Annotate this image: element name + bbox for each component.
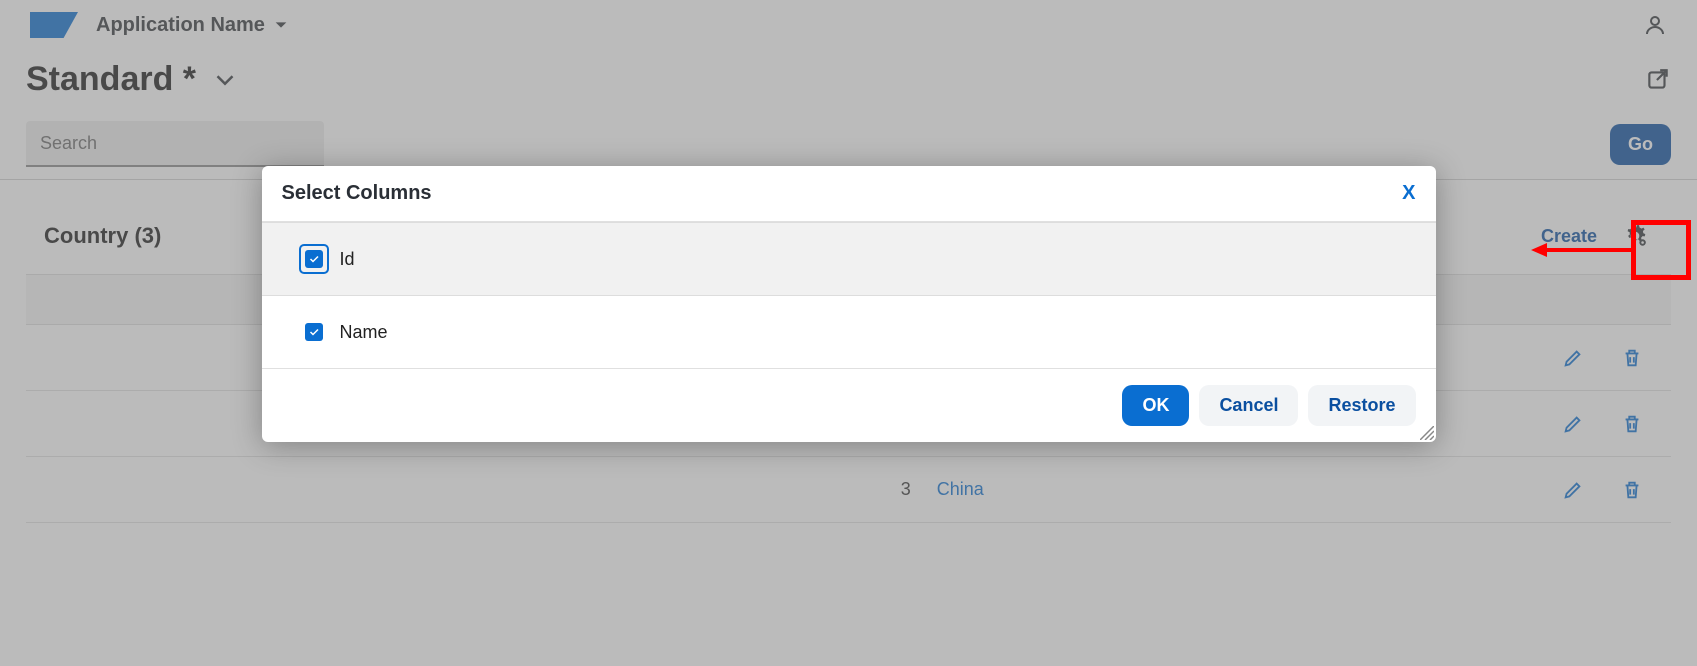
check-icon xyxy=(308,253,320,265)
dialog-header: Select Columns X xyxy=(262,166,1436,222)
dialog-close-button[interactable]: X xyxy=(1402,182,1415,205)
dialog-body: Id Name xyxy=(262,222,1436,368)
page-root: Application Name Standard * Go Country (… xyxy=(0,0,1697,666)
checkbox-id[interactable] xyxy=(302,247,326,271)
column-option-label: Name xyxy=(340,322,388,343)
check-icon xyxy=(308,326,320,338)
dialog-title: Select Columns xyxy=(282,182,432,205)
restore-button[interactable]: Restore xyxy=(1308,385,1415,426)
column-option-id[interactable]: Id xyxy=(262,222,1436,296)
select-columns-dialog: Select Columns X Id Name OK Cancel Resto… xyxy=(262,166,1436,442)
resize-handle-icon[interactable] xyxy=(1420,426,1434,440)
dialog-footer: OK Cancel Restore xyxy=(262,368,1436,442)
ok-button[interactable]: OK xyxy=(1122,385,1189,426)
column-option-name[interactable]: Name xyxy=(262,296,1436,368)
column-option-label: Id xyxy=(340,249,355,270)
checkbox-name[interactable] xyxy=(302,320,326,344)
cancel-button[interactable]: Cancel xyxy=(1199,385,1298,426)
